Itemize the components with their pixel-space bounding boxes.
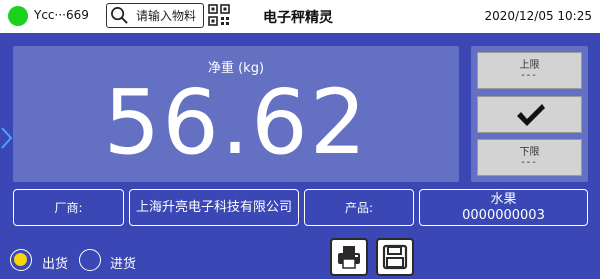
datetime: 2020/12/05 10:25 bbox=[484, 9, 592, 23]
product-label: 产品: bbox=[344, 201, 374, 215]
checkmark-icon bbox=[517, 104, 545, 126]
product-name: 水果 bbox=[490, 191, 517, 207]
product-code: 0000000003 bbox=[462, 207, 545, 223]
device-name[interactable]: Ycc···669 bbox=[34, 8, 89, 22]
product-info-box[interactable]: 水果 0000000003 bbox=[419, 189, 588, 226]
radio-outbound-label[interactable]: 出货 bbox=[42, 253, 68, 272]
lower-limit-button[interactable]: 下限 --- bbox=[477, 139, 582, 176]
limit-panel: 上限 --- 下限 --- bbox=[471, 46, 588, 182]
radio-inbound-label[interactable]: 进货 bbox=[110, 253, 136, 272]
chevron-right-icon[interactable] bbox=[0, 124, 14, 152]
vendor-name-box[interactable]: 上海升亮电子科技有限公司 bbox=[129, 189, 299, 226]
print-button[interactable] bbox=[330, 238, 368, 276]
vendor-name: 上海升亮电子科技有限公司 bbox=[135, 200, 292, 215]
search-input[interactable] bbox=[136, 6, 202, 25]
product-label-box: 产品: bbox=[304, 189, 414, 226]
radio-inbound[interactable] bbox=[79, 249, 101, 271]
top-bar: Ycc···669 电子秤精灵 2020/12/05 10:25 bbox=[0, 0, 600, 33]
search-icon[interactable] bbox=[110, 6, 129, 25]
upper-limit-value: --- bbox=[521, 70, 538, 81]
upper-limit-button[interactable]: 上限 --- bbox=[477, 52, 582, 89]
vendor-label-box: 厂商: bbox=[13, 189, 124, 226]
connection-status-indicator bbox=[8, 6, 28, 26]
vendor-label: 厂商: bbox=[54, 201, 83, 215]
weight-display-panel: 净重 (kg) 56.62 bbox=[13, 46, 459, 182]
save-icon bbox=[382, 244, 408, 270]
qr-code-icon[interactable] bbox=[208, 4, 230, 26]
radio-outbound[interactable] bbox=[10, 249, 32, 271]
confirm-button[interactable] bbox=[477, 96, 582, 133]
app-title: 电子秤精灵 bbox=[263, 10, 333, 26]
save-button[interactable] bbox=[376, 238, 414, 276]
printer-icon bbox=[338, 246, 360, 269]
net-weight-value: 56.62 bbox=[103, 70, 369, 174]
search-box[interactable] bbox=[106, 3, 204, 28]
lower-limit-value: --- bbox=[521, 157, 538, 168]
